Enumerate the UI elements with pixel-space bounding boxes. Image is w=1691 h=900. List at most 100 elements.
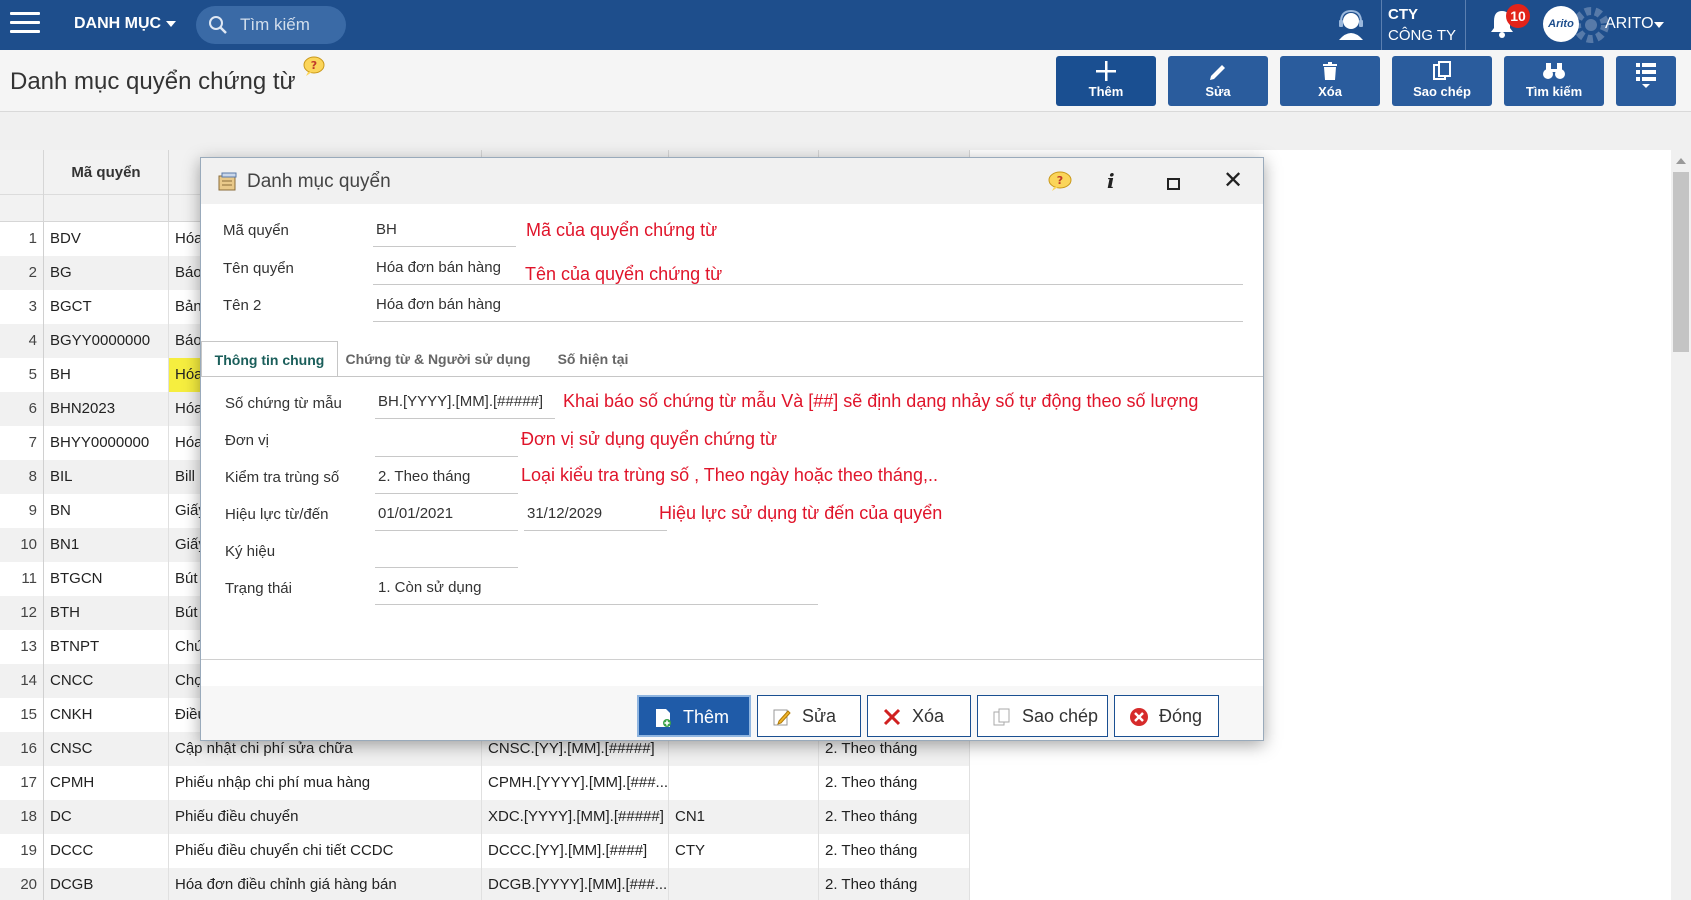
tab-bar: Thông tin chung Chứng từ & Người sử dụng… bbox=[201, 341, 1263, 377]
table-row[interactable]: 18 DC Phiếu điều chuyển XDC.[YYYY].[MM].[##… bbox=[0, 800, 970, 834]
edit-button-label: Sửa bbox=[1205, 84, 1231, 99]
divider bbox=[1465, 0, 1466, 50]
row-number: 11 bbox=[0, 562, 44, 596]
cell-check: 2. Theo tháng bbox=[819, 868, 970, 900]
chevron-down-icon[interactable] bbox=[1654, 22, 1664, 28]
divider bbox=[1381, 0, 1382, 50]
avatar[interactable]: Arito bbox=[1543, 6, 1579, 42]
copy-icon bbox=[993, 708, 1010, 726]
info-icon[interactable]: i bbox=[1107, 169, 1115, 193]
valid-to-field[interactable]: 31/12/2029 bbox=[524, 497, 667, 531]
code-field[interactable]: BH bbox=[373, 213, 516, 247]
edit-button[interactable]: Sửa bbox=[1168, 56, 1268, 106]
copy-button[interactable]: Sao chép bbox=[1392, 56, 1492, 106]
cell-code: BH bbox=[44, 358, 169, 392]
valid-from-field[interactable]: 01/01/2021 bbox=[375, 497, 518, 531]
duplicate-check-label: Kiểm tra trùng số bbox=[225, 469, 340, 486]
cell-name: Hóa đơn điều chỉnh giá hàng bán bbox=[169, 868, 482, 900]
row-number: 5 bbox=[0, 358, 44, 392]
row-number: 8 bbox=[0, 460, 44, 494]
symbol-label: Ký hiệu bbox=[225, 543, 276, 560]
tab-current-number[interactable]: Số hiện tại bbox=[538, 341, 648, 377]
row-number: 15 bbox=[0, 698, 44, 732]
tab-general[interactable]: Thông tin chung bbox=[201, 341, 338, 377]
cell-code: BN1 bbox=[44, 528, 169, 562]
annotation-sample-number: Khai báo số chứng từ mẫu Và [##] sẽ định… bbox=[563, 391, 1199, 411]
dialog-close-button[interactable]: Đóng bbox=[1114, 695, 1219, 737]
help-icon[interactable]: ? bbox=[302, 56, 326, 76]
dialog-copy-button[interactable]: Sao chép bbox=[977, 695, 1108, 737]
scroll-up-icon[interactable] bbox=[1676, 158, 1686, 164]
name-field[interactable]: Hóa đơn bán hàng bbox=[373, 251, 1243, 285]
status-select[interactable]: 1. Còn sử dụng bbox=[375, 571, 818, 605]
support-agent-icon[interactable] bbox=[1334, 8, 1368, 42]
dialog-add-button[interactable]: Thêm bbox=[637, 695, 751, 737]
chevron-down-icon[interactable] bbox=[166, 21, 176, 27]
cell-code: BHYY0000000 bbox=[44, 426, 169, 460]
top-navbar: DANH MỤC CTY CÔNG TY 10 Arito ARITO bbox=[0, 0, 1691, 50]
delete-button-label: Xóa bbox=[1318, 84, 1342, 99]
dialog-delete-button[interactable]: Xóa bbox=[867, 695, 971, 737]
tab-vouchers-users[interactable]: Chứng từ & Người sử dụng bbox=[338, 341, 538, 377]
cell-code: DCCC bbox=[44, 834, 169, 868]
search-box[interactable] bbox=[196, 6, 346, 44]
add-button[interactable]: Thêm bbox=[1056, 56, 1156, 106]
close-circle-icon bbox=[1130, 708, 1148, 726]
user-name[interactable]: ARITO bbox=[1605, 15, 1654, 33]
column-header-code[interactable]: Mã quyển bbox=[44, 150, 169, 222]
table-row[interactable]: 20 DCGB Hóa đơn điều chỉnh giá hàng bán DCG… bbox=[0, 868, 970, 900]
cell-format: XDC.[YYYY].[MM].[#####] bbox=[482, 800, 669, 834]
dialog-header: Danh mục quyển ? i ✕ bbox=[201, 158, 1263, 204]
maximize-icon[interactable] bbox=[1167, 178, 1180, 190]
row-number: 17 bbox=[0, 766, 44, 800]
cell-code: BTH bbox=[44, 596, 169, 630]
symbol-field[interactable] bbox=[375, 534, 518, 568]
cell-code: BG bbox=[44, 256, 169, 290]
help-icon[interactable]: ? bbox=[1047, 170, 1073, 192]
vertical-scrollbar[interactable] bbox=[1671, 150, 1691, 900]
cell-code: BIL bbox=[44, 460, 169, 494]
dialog-copy-label: Sao chép bbox=[1022, 706, 1099, 726]
row-number: 12 bbox=[0, 596, 44, 630]
dialog-close-label: Đóng bbox=[1159, 706, 1203, 726]
code-label: Mã quyển bbox=[223, 222, 289, 239]
cell-code: CPMH bbox=[44, 766, 169, 800]
search-input[interactable] bbox=[240, 14, 340, 36]
table-row[interactable]: 17 CPMH Phiếu nhập chi phí mua hàng CPMH.[Y… bbox=[0, 766, 970, 800]
scrollbar-thumb[interactable] bbox=[1673, 172, 1689, 352]
row-number: 14 bbox=[0, 664, 44, 698]
tab-panel-general: Số chứng từ mẫu BH.[YYYY].[MM].[#####] K… bbox=[201, 377, 1263, 660]
unit-field[interactable] bbox=[375, 423, 518, 457]
cell-code: BGCT bbox=[44, 290, 169, 324]
sample-number-field[interactable]: BH.[YYYY].[MM].[#####] bbox=[375, 385, 555, 419]
dialog-edit-label: Sửa bbox=[802, 706, 837, 726]
cell-unit bbox=[669, 766, 819, 800]
binoculars-icon bbox=[1543, 63, 1565, 79]
company-selector[interactable]: CTY CÔNG TY bbox=[1388, 4, 1456, 46]
menu-title[interactable]: DANH MỤC bbox=[74, 15, 161, 33]
page-header: Danh mục quyển chứng từ ? Thêm Sửa Xóa S… bbox=[0, 50, 1691, 112]
cell-code: BTGCN bbox=[44, 562, 169, 596]
delete-button[interactable]: Xóa bbox=[1280, 56, 1380, 106]
name2-field[interactable]: Hóa đơn bán hàng bbox=[373, 288, 1243, 322]
duplicate-check-select[interactable]: 2. Theo tháng bbox=[375, 460, 518, 494]
annotation-unit: Đơn vị sử dụng quyển chứng từ bbox=[521, 429, 778, 449]
trash-icon bbox=[1323, 62, 1337, 80]
cell-unit: CN1 bbox=[669, 800, 819, 834]
dialog-edit-button[interactable]: Sửa bbox=[757, 695, 861, 737]
new-document-icon bbox=[656, 709, 671, 727]
table-row[interactable]: 19 DCCC Phiếu điều chuyển chi tiết CCDC DCC… bbox=[0, 834, 970, 868]
list-view-button[interactable] bbox=[1616, 56, 1676, 106]
search-button[interactable]: Tìm kiếm bbox=[1504, 56, 1604, 106]
annotation-name: Tên của quyển chứng từ bbox=[525, 264, 723, 284]
svg-text:?: ? bbox=[311, 59, 317, 72]
row-number: 16 bbox=[0, 732, 44, 766]
dialog-add-label: Thêm bbox=[683, 707, 730, 727]
cell-unit: CTY bbox=[669, 834, 819, 868]
close-icon[interactable]: ✕ bbox=[1223, 166, 1243, 195]
copy-button-label: Sao chép bbox=[1413, 84, 1471, 99]
annotation-duplicate-check: Loại kiểu tra trùng số , Theo ngày hoặc … bbox=[521, 465, 938, 485]
hamburger-menu-icon[interactable] bbox=[10, 12, 40, 36]
annotation-code: Mã của quyển chứng từ bbox=[526, 220, 718, 240]
unit-label: Đơn vị bbox=[225, 432, 270, 449]
